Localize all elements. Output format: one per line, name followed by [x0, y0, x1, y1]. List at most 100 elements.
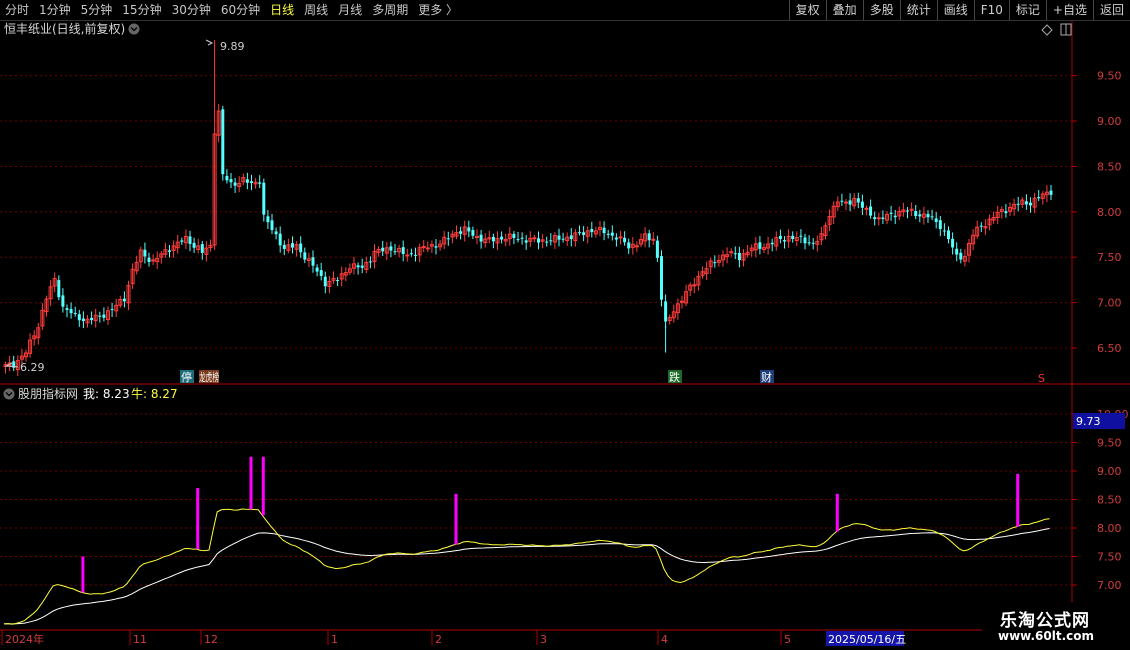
indicator-tick-label: 8.50	[1097, 494, 1122, 507]
candle-body	[233, 182, 237, 186]
main-tick-label: 9.50	[1097, 70, 1122, 83]
candle-body	[500, 236, 504, 240]
candle-body	[168, 250, 171, 252]
time-label: 1	[331, 633, 338, 646]
candle-body	[557, 235, 561, 240]
indicator-tick-label: 7.00	[1097, 579, 1122, 592]
time-label: 2024年	[5, 632, 44, 646]
candle-body	[537, 238, 540, 243]
svg-text:9.89: 9.89	[220, 40, 245, 53]
main-tick-label: 7.00	[1097, 297, 1122, 310]
candle-body	[405, 254, 410, 257]
candle-body	[582, 232, 586, 235]
panel-layout-icon[interactable]	[1060, 23, 1072, 36]
candle-body	[311, 257, 315, 266]
candle-body	[221, 109, 225, 175]
candle-body	[778, 235, 782, 239]
candle-body	[1024, 201, 1028, 205]
candle-body	[959, 252, 963, 260]
candle-body	[368, 261, 372, 263]
candle-body	[1037, 197, 1041, 199]
candle-body	[266, 216, 270, 223]
time-label: 2	[435, 633, 442, 646]
candle-body	[840, 200, 844, 202]
title-dropdown-icon[interactable]	[128, 23, 140, 35]
candlestick-series[interactable]	[3, 40, 1053, 376]
candle-body	[1029, 202, 1032, 206]
chart-area[interactable]: 9.509.008.508.007.507.006.50 10.009.509.…	[0, 0, 1130, 650]
main-tick-label: 8.00	[1097, 206, 1122, 219]
candle-body	[869, 206, 873, 216]
candle-body	[737, 252, 741, 261]
candle-body	[844, 201, 848, 204]
candle-body	[930, 216, 934, 218]
signal-bars	[81, 456, 1020, 593]
indicator-tick-label: 7.50	[1097, 551, 1122, 564]
indicator-tick-label: 8.00	[1097, 522, 1122, 535]
candle-body	[660, 256, 663, 300]
candle-body	[282, 244, 286, 249]
candle-body	[467, 227, 471, 232]
watermark: 乐淘公式网 www.60lt.com	[982, 602, 1130, 650]
marker-dragon-tiger[interactable]: 龙虎榜	[199, 370, 219, 384]
candle-body	[799, 235, 803, 237]
candle-body	[876, 217, 881, 220]
diamond-icon[interactable]	[1041, 24, 1053, 36]
candle-body	[270, 220, 274, 231]
candle-body	[618, 236, 623, 239]
candle-body	[434, 246, 438, 248]
candle-body	[192, 242, 196, 248]
candle-body	[57, 280, 61, 298]
candle-body	[336, 280, 340, 282]
candle-body	[938, 220, 942, 230]
candle-body	[81, 318, 85, 322]
candle-body	[69, 309, 73, 314]
indicator-niu-label: 牛: 8.27	[131, 386, 178, 401]
indicator-dropdown-icon[interactable]	[3, 388, 15, 400]
candle-body	[303, 252, 307, 260]
indicator-line-wo	[3, 508, 1050, 625]
marker-halt[interactable]: 停	[180, 370, 194, 384]
marker-sell[interactable]: S	[1038, 372, 1045, 385]
candle-body	[807, 242, 811, 244]
indicator-line-niu	[3, 528, 1050, 625]
time-label: 11	[133, 633, 147, 646]
candle-body	[664, 301, 668, 322]
high-price-label: 9.89	[205, 39, 245, 53]
watermark-title: 乐淘公式网	[1000, 611, 1090, 631]
indicator-wo-label: 我: 8.23	[83, 387, 130, 401]
candle-body	[356, 265, 360, 268]
candle-body	[947, 230, 950, 240]
marker-finance[interactable]: 财	[760, 370, 774, 384]
candle-body	[360, 265, 364, 268]
indicator-current-value: 9.73	[1073, 413, 1125, 429]
candle-body	[323, 276, 327, 287]
candle-body	[758, 242, 762, 249]
candle-body	[1016, 203, 1020, 205]
svg-text:财: 财	[761, 370, 772, 384]
low-price-label: 6.29	[4, 361, 45, 374]
candle-body	[389, 246, 393, 251]
indicator-y-axis: 10.009.509.008.508.007.507.00	[1072, 408, 1129, 592]
candle-body	[926, 213, 930, 218]
time-label: 12	[204, 633, 218, 646]
svg-text:2025/05/16/五: 2025/05/16/五	[828, 633, 906, 646]
candle-body	[122, 298, 126, 302]
candle-body	[225, 175, 229, 181]
marker-drop[interactable]: 跌	[668, 370, 682, 384]
candle-body	[393, 251, 397, 253]
candle-body	[299, 243, 303, 253]
candle-body	[561, 238, 565, 240]
candle-body	[803, 237, 807, 244]
candle-body	[909, 208, 914, 211]
candle-body	[873, 217, 877, 220]
main-tick-label: 9.00	[1097, 115, 1122, 128]
candle-body	[893, 215, 897, 218]
svg-text:停: 停	[181, 370, 192, 384]
candle-body	[545, 241, 549, 243]
candle-body	[791, 235, 795, 239]
candle-body	[655, 240, 659, 258]
candle-body	[409, 253, 413, 255]
candle-body	[414, 254, 417, 256]
candle-body	[942, 230, 946, 232]
